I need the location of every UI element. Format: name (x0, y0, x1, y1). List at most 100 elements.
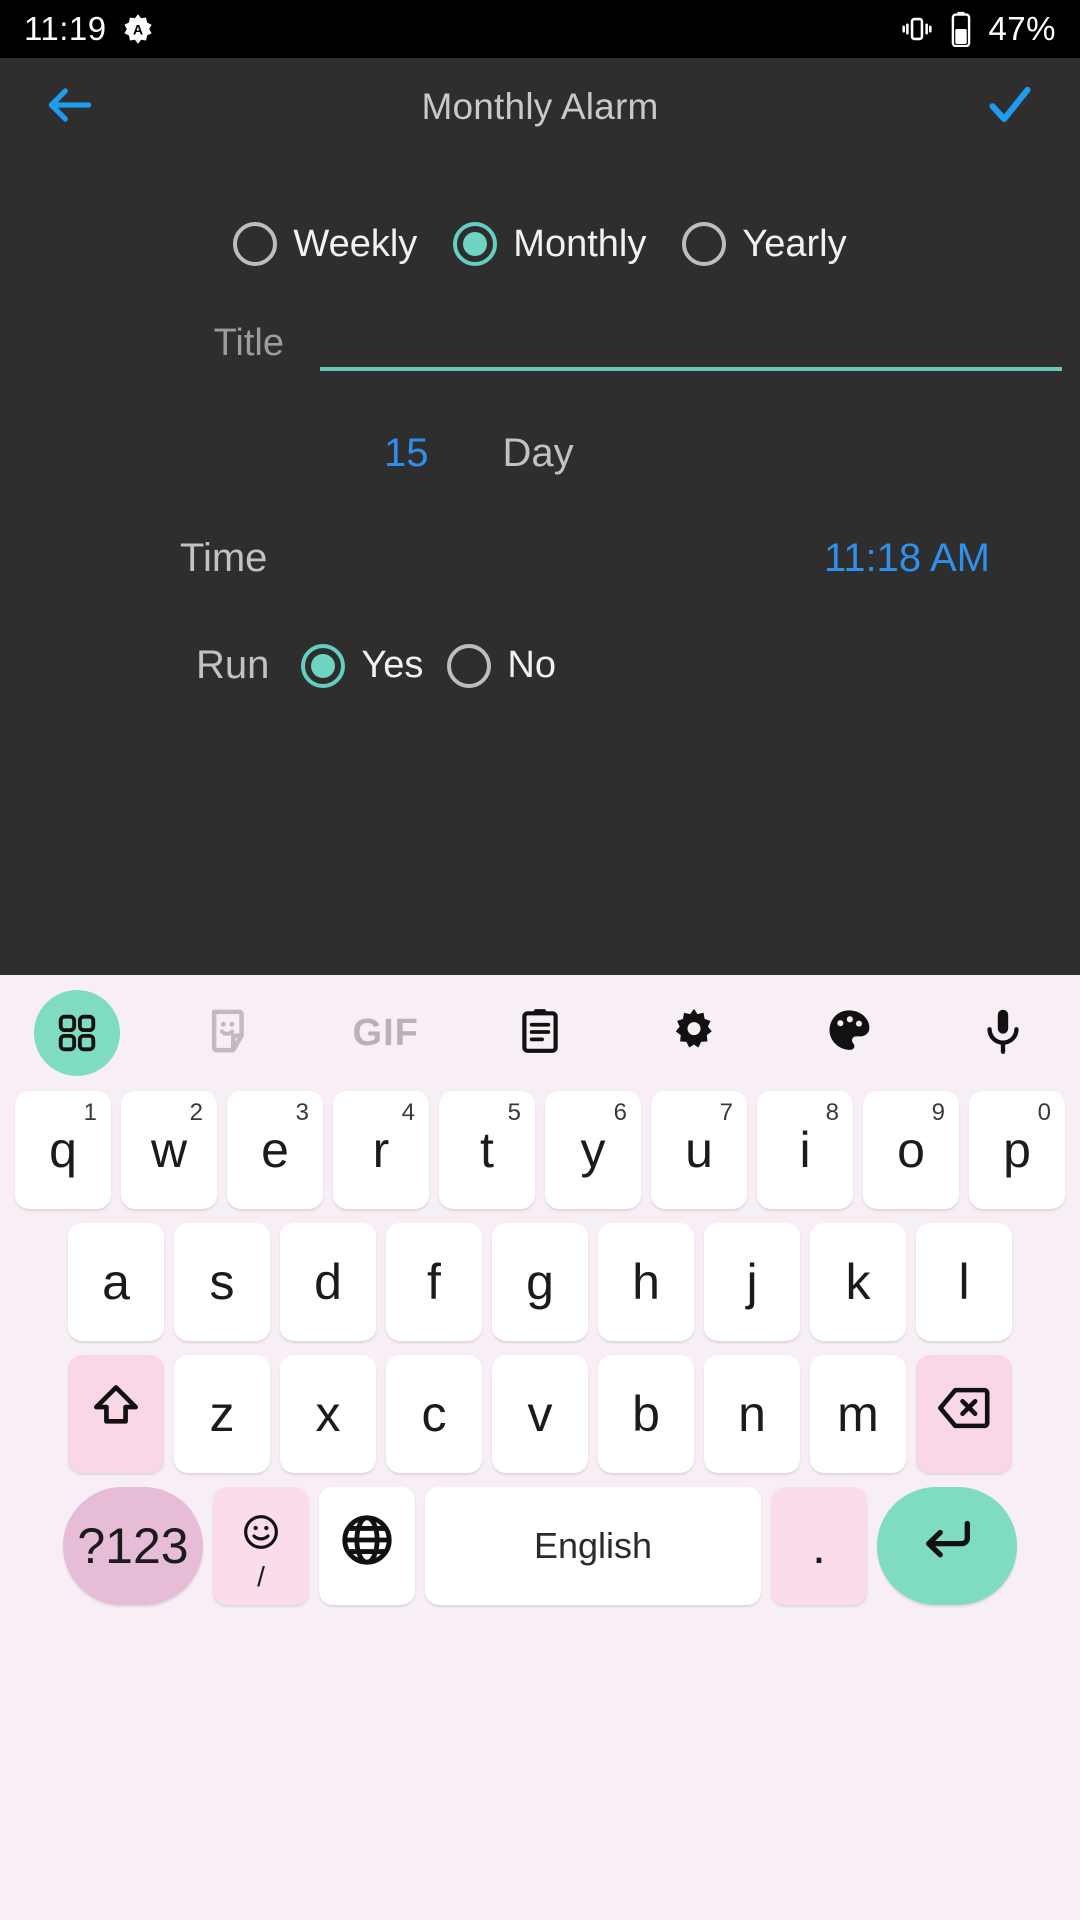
frequency-option-weekly[interactable]: Weekly (233, 222, 417, 266)
key-i-label: i (799, 1122, 811, 1178)
status-clock: 11:19 (24, 10, 107, 47)
keyboard-row-4: ?123 / English . (0, 1487, 1080, 1605)
keyboard-tool-gif[interactable]: GIF (309, 975, 463, 1091)
key-emoji-sub: / (257, 1561, 265, 1592)
key-period[interactable]: . (771, 1487, 867, 1605)
run-radio-group: Run Yes No (0, 643, 1080, 688)
keyboard-tool-clipboard[interactable] (463, 975, 617, 1091)
key-u-number: 7 (719, 1099, 733, 1126)
key-r-number: 4 (401, 1099, 415, 1126)
keyboard-tool-apps[interactable] (0, 975, 154, 1091)
key-c[interactable]: c (386, 1355, 482, 1473)
run-label-no: No (507, 644, 556, 686)
key-t-number: 5 (507, 1099, 521, 1126)
key-language-globe[interactable] (319, 1487, 415, 1605)
battery-icon (948, 11, 974, 47)
key-n[interactable]: n (704, 1355, 800, 1473)
frequency-radio-group: Weekly Monthly Yearly (0, 222, 1080, 266)
keyboard-tool-settings[interactable] (617, 975, 771, 1091)
key-shift[interactable] (68, 1355, 164, 1473)
day-row[interactable]: 15 Day (0, 431, 1080, 476)
svg-text:A: A (133, 23, 143, 39)
time-value[interactable]: 11:18 AM (824, 536, 990, 581)
title-field-row: Title (0, 322, 1080, 371)
key-m[interactable]: m (810, 1355, 906, 1473)
key-y-number: 6 (613, 1099, 627, 1126)
assistant-a-icon: A (121, 12, 155, 46)
run-option-no[interactable]: No (447, 643, 556, 688)
status-bar: 11:19 A 47% (0, 0, 1080, 58)
key-symbols[interactable]: ?123 (63, 1487, 203, 1605)
confirm-save-button[interactable] (978, 75, 1042, 139)
radio-monthly-icon[interactable] (453, 222, 498, 266)
key-z[interactable]: z (174, 1355, 270, 1473)
key-q[interactable]: 1q (15, 1091, 111, 1209)
radio-no-icon[interactable] (447, 643, 492, 688)
key-w[interactable]: 2w (121, 1091, 217, 1209)
radio-weekly-icon[interactable] (233, 222, 278, 266)
key-i-number: 8 (825, 1099, 839, 1126)
key-t[interactable]: 5t (439, 1091, 535, 1209)
key-space[interactable]: English (425, 1487, 761, 1605)
key-g[interactable]: g (492, 1223, 588, 1341)
frequency-label-monthly: Monthly (513, 222, 647, 265)
key-s[interactable]: s (174, 1223, 270, 1341)
radio-yes-icon[interactable] (301, 643, 346, 688)
alarm-form: Weekly Monthly Yearly Title 15 Day Time … (0, 156, 1080, 988)
key-y[interactable]: 6y (545, 1091, 641, 1209)
keyboard-tool-theme[interactable] (771, 975, 925, 1091)
key-e[interactable]: 3e (227, 1091, 323, 1209)
phone-screen: 11:19 A 47% Monthly Alarm Weekly Monthly… (0, 0, 1080, 1920)
microphone-icon (977, 1005, 1029, 1062)
key-t-label: t (480, 1122, 494, 1178)
back-button[interactable] (38, 75, 102, 139)
run-option-yes[interactable]: Yes (301, 643, 423, 688)
status-bar-right: 47% (900, 10, 1056, 48)
key-e-number: 3 (295, 1099, 309, 1126)
key-v[interactable]: v (492, 1355, 588, 1473)
key-j[interactable]: j (704, 1223, 800, 1341)
key-f[interactable]: f (386, 1223, 482, 1341)
check-icon (982, 77, 1038, 138)
keyboard-row-2: a s d f g h j k l (0, 1223, 1080, 1341)
key-u[interactable]: 7u (651, 1091, 747, 1209)
key-a[interactable]: a (68, 1223, 164, 1341)
key-backspace[interactable] (916, 1355, 1012, 1473)
key-r[interactable]: 4r (333, 1091, 429, 1209)
key-h[interactable]: h (598, 1223, 694, 1341)
keyboard-tool-voice[interactable] (926, 975, 1080, 1091)
key-enter[interactable] (877, 1487, 1017, 1605)
radio-yearly-icon[interactable] (682, 222, 727, 266)
key-k[interactable]: k (810, 1223, 906, 1341)
key-o[interactable]: 9o (863, 1091, 959, 1209)
back-arrow-icon (42, 77, 98, 138)
key-w-number: 2 (189, 1099, 203, 1126)
keyboard-tool-sticker[interactable] (154, 975, 308, 1091)
key-w-label: w (150, 1122, 188, 1178)
time-label: Time (180, 536, 268, 580)
globe-icon (338, 1511, 396, 1581)
key-p[interactable]: 0p (969, 1091, 1065, 1209)
clipboard-icon (515, 1006, 565, 1061)
key-b[interactable]: b (598, 1355, 694, 1473)
gear-icon (668, 1005, 720, 1062)
frequency-option-yearly[interactable]: Yearly (682, 222, 847, 266)
sticker-icon (204, 1004, 258, 1063)
shift-up-icon (88, 1380, 144, 1448)
keyboard-toolbar: GIF (0, 975, 1080, 1091)
key-x[interactable]: x (280, 1355, 376, 1473)
time-row[interactable]: Time 11:18 AM (0, 536, 1080, 581)
day-label: Day (502, 431, 574, 475)
palette-icon (823, 1005, 875, 1062)
key-r-label: r (372, 1122, 390, 1178)
key-emoji[interactable]: / (213, 1487, 309, 1605)
key-i[interactable]: 8i (757, 1091, 853, 1209)
apps-grid-icon (34, 990, 121, 1076)
title-input[interactable] (320, 325, 1062, 371)
frequency-label-weekly: Weekly (293, 222, 418, 265)
frequency-option-monthly[interactable]: Monthly (453, 222, 646, 266)
day-value[interactable]: 15 (384, 431, 429, 476)
key-l[interactable]: l (916, 1223, 1012, 1341)
key-d[interactable]: d (280, 1223, 376, 1341)
enter-return-icon (918, 1511, 976, 1581)
